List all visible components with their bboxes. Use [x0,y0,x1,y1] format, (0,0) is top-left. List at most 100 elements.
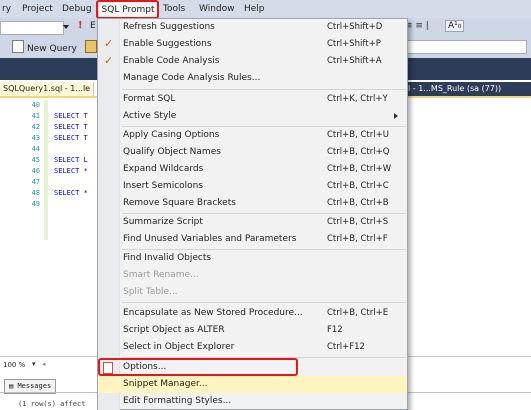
messages-tab-label: Messages [17,382,52,390]
menu-item-find-invalid-objects[interactable]: Find Invalid Objects [98,250,407,267]
menu-help[interactable]: Help [242,2,267,16]
menu-item-insert-semicolons[interactable]: Insert Semicolons Ctrl+B, Ctrl+C [98,178,407,195]
new-query-icon [12,40,24,53]
menu-item-label: Smart Rename... [123,270,199,280]
menu-item-active-style[interactable]: Active Style [98,108,407,125]
font-size-button[interactable]: A¹₀ [445,20,465,32]
menu-item-shortcut: Ctrl+Shift+P [327,39,381,49]
menu-item-select-in-object-explorer[interactable]: Select in Object Explorer Ctrl+F12 [98,339,407,356]
code-line: SELECT T [54,134,88,142]
menu-item-smart-rename: Smart Rename... [98,267,407,284]
menu-item-label: Manage Code Analysis Rules... [123,73,261,83]
menu-item-label: Enable Suggestions [123,39,212,49]
line-number: 45 [31,156,40,164]
menu-item-qualify-object-names[interactable]: Qualify Object Names Ctrl+B, Ctrl+Q [98,144,407,161]
code-line: SELECT T [54,123,88,131]
open-file-icon[interactable] [85,40,97,53]
menu-item-label: Edit Formatting Styles... [123,396,232,406]
code-line: SELECT T [54,112,88,120]
menu-window[interactable]: Window [197,2,237,16]
menu-bar: ry Project Debug SQL Prompt Tools Window… [0,0,531,18]
checkmark-icon: ✓ [104,54,114,67]
menu-item-find-unused-variables[interactable]: Find Unused Variables and Parameters Ctr… [98,231,407,248]
zoom-level[interactable]: 100 % [3,361,25,369]
menu-item-label: Remove Square Brackets [123,198,236,208]
menu-item-shortcut: F12 [327,325,343,335]
scroll-left-icon[interactable]: ◂ [42,360,46,368]
line-number: 43 [31,134,40,142]
tab-sqlquery1[interactable]: SQLQuery1.sql - 1...le [0,82,95,96]
menu-item-apply-casing-options[interactable]: Apply Casing Options Ctrl+B, Ctrl+U [98,127,407,144]
menu-item-encapsulate-stored-procedure[interactable]: Encapsulate as New Stored Procedure... C… [98,305,407,322]
menu-item-edit-formatting-styles[interactable]: Edit Formatting Styles... [98,393,407,410]
menu-item-label: Encapsulate as New Stored Procedure... [123,308,303,318]
menu-item-label: Apply Casing Options [123,130,220,140]
menu-item-label: Summarize Script [123,217,203,227]
menu-query[interactable]: ry [0,2,13,16]
menu-item-shortcut: Ctrl+B, Ctrl+C [327,181,389,191]
line-number: 44 [31,145,40,153]
highlight-box-sql-prompt-menu [96,0,159,19]
menu-item-label: Qualify Object Names [123,147,221,157]
menu-tools[interactable]: Tools [161,2,187,16]
menu-item-refresh-suggestions[interactable]: Refresh Suggestions Ctrl+Shift+D [98,19,407,36]
menu-item-label: Split Table... [123,287,178,297]
menu-item-summarize-script[interactable]: Summarize Script Ctrl+B, Ctrl+S [98,214,407,231]
menu-item-manage-code-analysis-rules[interactable]: Manage Code Analysis Rules... [98,70,407,87]
menu-item-shortcut: Ctrl+B, Ctrl+S [327,217,389,227]
database-combo[interactable] [0,21,64,35]
code-line: SELECT * [54,167,88,175]
menu-item-shortcut: Ctrl+K, Ctrl+Y [327,94,388,104]
menu-item-enable-code-analysis[interactable]: ✓ Enable Code Analysis Ctrl+Shift+A [98,53,407,70]
menu-item-label: Enable Code Analysis [123,56,220,66]
messages-text: (1 row(s) affect [18,400,86,408]
menu-separator [122,302,406,303]
menu-item-label: Find Unused Variables and Parameters [123,234,297,244]
toolbar-partial-label: E [90,21,96,31]
chevron-down-icon[interactable] [62,21,70,33]
change-gutter [44,100,48,240]
menu-item-expand-wildcards[interactable]: Expand Wildcards Ctrl+B, Ctrl+W [98,161,407,178]
new-query-button[interactable]: New Query [12,40,77,54]
menu-item-shortcut: Ctrl+B, Ctrl+U [327,130,389,140]
new-query-label: New Query [27,44,77,54]
menu-item-shortcut: Ctrl+Shift+D [327,22,383,32]
messages-icon: ▤ [9,382,14,390]
menu-item-label: Select in Object Explorer [123,342,235,352]
menu-item-label: Snippet Manager... [123,379,208,389]
menu-item-format-sql[interactable]: Format SQL Ctrl+K, Ctrl+Y [98,91,407,108]
line-number: 48 [31,189,40,197]
checkmark-icon: ✓ [104,37,114,50]
menu-item-shortcut: Ctrl+B, Ctrl+E [327,308,389,318]
line-number: 40 [31,101,40,109]
menu-item-script-object-as-alter[interactable]: Script Object as ALTER F12 [98,322,407,339]
code-line: SELECT * [54,189,88,197]
menu-item-split-table: Split Table... [98,284,407,301]
menu-item-shortcut: Ctrl+F12 [327,342,365,352]
menu-separator [122,89,406,90]
menu-item-enable-suggestions[interactable]: ✓ Enable Suggestions Ctrl+Shift+P [98,36,407,53]
menu-item-snippet-manager[interactable]: Snippet Manager... [98,376,407,393]
menu-item-label: Insert Semicolons [123,181,204,191]
line-number: 46 [31,167,40,175]
indent-icons[interactable]: ≡ ≡ | [405,21,429,31]
menu-item-remove-square-brackets[interactable]: Remove Square Brackets Ctrl+B, Ctrl+B [98,195,407,212]
menu-item-shortcut: Ctrl+B, Ctrl+Q [327,147,390,157]
line-number: 49 [31,200,40,208]
zoom-dropdown-icon[interactable]: ▾ [32,360,36,368]
code-line: SELECT L [54,156,88,164]
menu-item-label: Active Style [123,111,177,121]
menu-item-label: Format SQL [123,94,176,104]
menu-project[interactable]: Project [20,2,55,16]
toolbar-input[interactable] [405,40,527,54]
line-number: 41 [31,112,40,120]
menu-debug[interactable]: Debug [60,2,94,16]
menu-item-shortcut: Ctrl+B, Ctrl+F [327,234,388,244]
menu-item-label: Find Invalid Objects [123,253,212,263]
menu-item-shortcut: Ctrl+B, Ctrl+W [327,164,392,174]
execute-icon[interactable]: ! [78,20,83,31]
tab-connection[interactable]: l - 1...MS_Rule (sa (77)) [404,82,531,96]
submenu-arrow-icon [394,113,398,119]
menu-item-label: Refresh Suggestions [123,22,215,32]
menu-item-shortcut: Ctrl+Shift+A [327,56,382,66]
